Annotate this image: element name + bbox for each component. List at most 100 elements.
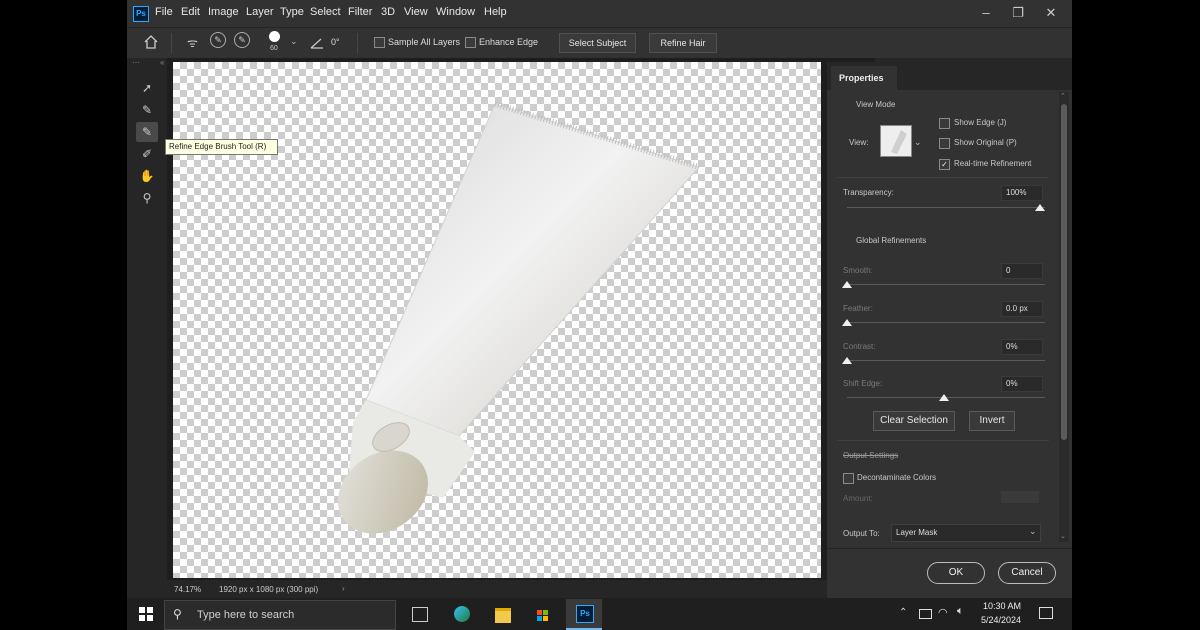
divider	[357, 33, 358, 53]
photoshop-logo-icon: Ps	[133, 6, 149, 22]
photoshop-window: Ps File Edit Image Layer Type Select Fil…	[127, 0, 1072, 630]
quick-selection-icon[interactable]: ➚	[136, 78, 158, 98]
store-icon[interactable]	[535, 606, 551, 622]
toolbar-grip-icon[interactable]: ⋯	[132, 58, 140, 67]
show-hidden-icons-icon[interactable]: ⌃	[899, 607, 907, 618]
invert-button[interactable]: Invert	[969, 411, 1015, 431]
restore-icon[interactable]: ❐	[1008, 3, 1028, 23]
battery-icon[interactable]	[919, 609, 932, 619]
contrast-slider-track[interactable]	[847, 360, 1045, 361]
smooth-field[interactable]: 0	[1001, 263, 1043, 279]
view-thumbnail-icon	[891, 130, 907, 154]
home-icon[interactable]	[143, 34, 159, 50]
file-explorer-icon[interactable]	[495, 608, 511, 623]
task-view-icon[interactable]	[412, 607, 428, 622]
lasso-brush-icon[interactable]: ✐	[136, 144, 158, 164]
status-bar: 74.17% 1920 px x 1080 px (300 ppi) ›	[167, 580, 875, 598]
volume-icon[interactable]: 🔈︎	[957, 605, 964, 618]
menu-layer[interactable]: Layer	[246, 6, 274, 18]
menu-3d[interactable]: 3D	[381, 6, 395, 18]
smooth-slider-thumb[interactable]	[842, 281, 852, 288]
feather-slider-track[interactable]	[847, 322, 1045, 323]
scroll-down-icon[interactable]: ⌄	[1060, 532, 1066, 540]
windows-start-icon[interactable]	[139, 607, 153, 621]
show-edge-checkbox[interactable]	[939, 118, 950, 129]
zoom-level[interactable]: 74.17%	[174, 585, 201, 594]
edge-browser-icon[interactable]	[454, 606, 470, 622]
menu-view[interactable]: View	[404, 6, 428, 18]
realtime-refinement-checkbox[interactable]: ✓	[939, 159, 950, 170]
refine-edge-brush-icon[interactable]: ✎	[136, 122, 158, 142]
feather-label: Feather:	[843, 304, 873, 313]
minimize-icon[interactable]: –	[976, 3, 996, 23]
brush-mode-icon[interactable]: ᯤ	[187, 34, 198, 51]
taskbar-photoshop-app[interactable]: Ps	[566, 599, 602, 630]
divider	[827, 548, 1072, 549]
angle-icon	[310, 38, 323, 49]
menu-select[interactable]: Select	[310, 6, 341, 18]
menu-image[interactable]: Image	[208, 6, 239, 18]
shift-edge-slider-thumb[interactable]	[938, 394, 949, 401]
enhance-edge-label: Enhance Edge	[479, 37, 539, 47]
notifications-icon[interactable]	[1039, 607, 1053, 619]
close-icon[interactable]: ✕	[1041, 3, 1061, 23]
angle-value[interactable]: 0°	[331, 37, 340, 47]
chevron-down-icon[interactable]: ⌄	[290, 36, 298, 47]
menu-filter[interactable]: Filter	[348, 6, 372, 18]
refine-hair-button[interactable]: Refine Hair	[649, 33, 717, 53]
properties-tab[interactable]: Properties	[831, 66, 897, 90]
clock-time[interactable]: 10:30 AM	[983, 601, 1021, 611]
menu-type[interactable]: Type	[280, 6, 304, 18]
menu-window[interactable]: Window	[436, 6, 475, 18]
brush-icon[interactable]: ✎	[136, 100, 158, 120]
subtract-from-selection-brush-icon[interactable]: ✎	[234, 32, 250, 48]
smooth-label: Smooth:	[843, 266, 873, 275]
taskbar-search[interactable]: ⚲ Type here to search	[164, 600, 396, 630]
properties-scrollbar[interactable]: ⌃ ⌄	[1059, 92, 1069, 542]
divider	[837, 177, 1049, 178]
select-subject-button[interactable]: Select Subject	[559, 33, 636, 53]
show-edge-label: Show Edge (J)	[954, 118, 1007, 127]
status-arrow-icon[interactable]: ›	[342, 584, 345, 593]
chevron-down-icon: ⌄	[1029, 526, 1037, 536]
ok-button[interactable]: OK	[927, 562, 985, 584]
add-to-selection-brush-icon[interactable]: ✎	[210, 32, 226, 48]
view-dropdown-chevron-icon[interactable]: ⌄	[914, 137, 922, 148]
hand-icon[interactable]: ✋	[136, 166, 158, 186]
realtime-refinement-label: Real-time Refinement	[954, 159, 1032, 168]
show-original-label: Show Original (P)	[954, 138, 1017, 147]
view-mode-thumbnail[interactable]	[880, 125, 912, 157]
clear-selection-button[interactable]: Clear Selection	[873, 411, 955, 431]
sample-all-layers-checkbox[interactable]	[374, 37, 385, 48]
clock-date[interactable]: 5/24/2024	[981, 615, 1021, 625]
collapse-icon[interactable]: «	[160, 58, 164, 67]
decontaminate-colors-checkbox[interactable]	[843, 473, 854, 484]
decontaminate-colors-label: Decontaminate Colors	[857, 473, 937, 482]
transparency-field[interactable]: 100%	[1001, 185, 1043, 201]
menu-edit[interactable]: Edit	[181, 6, 200, 18]
tool-tooltip: Refine Edge Brush Tool (R)	[165, 139, 278, 155]
scroll-up-icon[interactable]: ⌃	[1060, 92, 1066, 100]
contrast-slider-thumb[interactable]	[842, 357, 852, 364]
feather-slider-thumb[interactable]	[842, 319, 852, 326]
menu-help[interactable]: Help	[484, 6, 507, 18]
feather-field[interactable]: 0.0 px	[1001, 301, 1043, 317]
zoom-icon[interactable]: ⚲	[136, 188, 158, 208]
enhance-edge-checkbox[interactable]	[465, 37, 476, 48]
show-original-checkbox[interactable]	[939, 138, 950, 149]
transparency-slider-track[interactable]	[847, 207, 1045, 208]
output-to-dropdown[interactable]: Layer Mask ⌄	[891, 524, 1041, 542]
view-label: View:	[849, 138, 869, 147]
brush-preview-icon[interactable]	[269, 31, 280, 42]
shift-edge-field[interactable]: 0%	[1001, 376, 1043, 392]
contrast-label: Contrast:	[843, 342, 876, 351]
scrollbar-thumb[interactable]	[1061, 104, 1067, 440]
network-icon[interactable]: ◠	[938, 606, 948, 619]
search-input[interactable]: Type here to search	[197, 609, 294, 621]
cancel-button[interactable]: Cancel	[998, 562, 1056, 584]
contrast-field[interactable]: 0%	[1001, 339, 1043, 355]
toolbar: ⋯ « ➚ ✎ ✎ ✐ ✋ ⚲	[127, 58, 167, 580]
transparency-slider-thumb[interactable]	[1035, 204, 1045, 211]
smooth-slider-track[interactable]	[847, 284, 1045, 285]
menu-file[interactable]: File	[155, 6, 173, 18]
